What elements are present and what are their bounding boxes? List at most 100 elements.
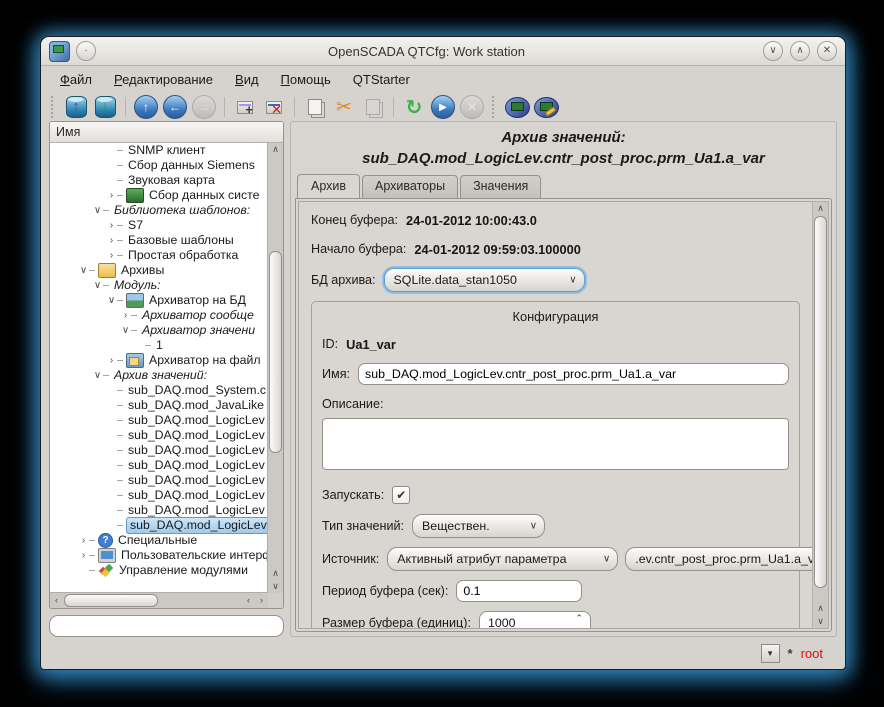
collapse-arrow-icon[interactable]: ∨ <box>120 325 131 336</box>
tree-row[interactable]: Звуковая карта <box>50 173 268 188</box>
archive-db-select[interactable]: SQLite.data_stan1050 <box>384 268 585 292</box>
scroll-left-icon[interactable]: ‹ <box>242 593 255 608</box>
tree-row[interactable]: ›S7 <box>50 218 268 233</box>
tree-row[interactable]: ∨Архив значений: <box>50 368 268 383</box>
tree-hscroll-thumb[interactable] <box>64 594 158 607</box>
qtstarter-vision-icon[interactable] <box>504 94 530 120</box>
tree-row[interactable]: sub_DAQ.mod_LogicLev <box>50 488 268 503</box>
tree-row[interactable]: Управление модулями <box>50 563 268 578</box>
toolbar-handle[interactable] <box>492 96 497 118</box>
buffer-period-input[interactable] <box>456 580 582 602</box>
menu-qtstarter[interactable]: QTStarter <box>344 69 419 90</box>
expand-arrow-icon[interactable]: › <box>106 355 117 366</box>
tree-row[interactable]: sub_DAQ.mod_LogicLev <box>50 443 268 458</box>
tree-row[interactable]: ∨ Модуль: <box>50 278 268 293</box>
expand-arrow-icon[interactable]: › <box>106 220 117 231</box>
scroll-left-icon[interactable]: ‹ <box>50 593 63 608</box>
collapse-arrow-icon[interactable]: ∨ <box>106 295 117 306</box>
tree-item-label: Сбор данных систе <box>147 188 262 203</box>
buffer-size-spinbox[interactable]: 1000 <box>479 611 591 629</box>
tree-horizontal-scrollbar[interactable]: ‹ ‹ › <box>50 592 268 608</box>
collapse-arrow-icon[interactable]: ∨ <box>92 205 103 216</box>
source-value-select[interactable]: .ev.cntr_post_proc.prm_Ua1.a_var <box>625 547 813 571</box>
cut-item-icon[interactable]: ✂ <box>331 94 357 120</box>
start-checkbox[interactable] <box>392 486 410 504</box>
description-textarea[interactable] <box>322 418 789 470</box>
form-vertical-scrollbar[interactable]: ∧ ∧ ∨ <box>812 201 829 629</box>
source-mode-select[interactable]: Активный атрибут параметра <box>387 547 618 571</box>
tab-archivators[interactable]: Архиваторы <box>362 175 458 199</box>
tree-row[interactable]: sub_DAQ.mod_LogicLev <box>50 413 268 428</box>
tree-row[interactable]: ∨Архивы <box>50 263 268 278</box>
tree-item-label: Модуль: <box>112 278 163 293</box>
tree-row[interactable]: ∨Архиватор на БД <box>50 293 268 308</box>
scroll-up-icon[interactable]: ∧ <box>268 143 283 156</box>
tree-filter-input[interactable] <box>49 615 284 637</box>
tree-row[interactable]: sub_DAQ.mod_LogicLev <box>50 428 268 443</box>
back-icon[interactable]: ← <box>162 94 188 120</box>
titlebar[interactable]: · OpenSCADA QTCfg: Work station ∨ ∧ ✕ <box>41 37 845 66</box>
delete-item-icon[interactable]: ✕ <box>261 94 287 120</box>
up-level-icon[interactable]: ↑ <box>133 94 159 120</box>
copy-item-icon[interactable] <box>302 94 328 120</box>
tree-row[interactable]: ›Базовые шаблоны <box>50 233 268 248</box>
tab-archive[interactable]: Архив <box>297 174 360 198</box>
tree-row[interactable]: › Сбор данных систе <box>50 188 268 203</box>
menu-file[interactable]: Файл <box>51 69 101 90</box>
close-icon[interactable]: ✕ <box>817 41 837 61</box>
scroll-right-icon[interactable]: › <box>255 593 268 608</box>
menu-view[interactable]: Вид <box>226 69 268 90</box>
tree-row[interactable]: ∨Библиотека шаблонов: <box>50 203 268 218</box>
refresh-icon[interactable]: ↻ <box>401 94 427 120</box>
tree-row[interactable]: Сбор данных Siemens <box>50 158 268 173</box>
tree-row[interactable]: sub_DAQ.mod_LogicLev <box>50 518 268 533</box>
tree-row[interactable]: ›Архиватор сообще <box>50 308 268 323</box>
start-icon[interactable]: ▶ <box>430 94 456 120</box>
expand-arrow-icon[interactable]: › <box>120 310 131 321</box>
collapse-arrow-icon[interactable]: ∨ <box>78 265 89 276</box>
tab-values[interactable]: Значения <box>460 175 541 199</box>
tree-row[interactable]: sub_DAQ.mod_LogicLev <box>50 473 268 488</box>
tree-row[interactable]: ›Архиватор на файл <box>50 353 268 368</box>
expand-arrow-icon[interactable]: › <box>106 235 117 246</box>
expand-arrow-icon[interactable]: › <box>78 550 89 561</box>
scroll-up-icon[interactable]: ∧ <box>268 567 283 580</box>
tree-row[interactable]: sub_DAQ.mod_System.c <box>50 383 268 398</box>
save-icon[interactable]: ↓ <box>92 94 118 120</box>
tree-row[interactable]: 1 <box>50 338 268 353</box>
expand-arrow-icon[interactable]: › <box>106 250 117 261</box>
minimize-icon[interactable]: ∨ <box>763 41 783 61</box>
name-input[interactable] <box>358 363 789 385</box>
tree-vertical-scrollbar[interactable]: ∧ ∧ ∨ <box>267 143 283 593</box>
scroll-up-icon[interactable]: ∧ <box>813 602 828 615</box>
expand-arrow-icon[interactable]: › <box>78 535 89 546</box>
expand-arrow-icon[interactable]: › <box>106 190 117 201</box>
form-vscroll-thumb[interactable] <box>814 216 827 588</box>
qtstarter-config-icon[interactable] <box>533 94 559 120</box>
scroll-down-icon[interactable]: ∨ <box>813 615 828 628</box>
tree-item-label: sub_DAQ.mod_LogicLev <box>126 488 267 503</box>
tree-row[interactable]: ›Специальные <box>50 533 268 548</box>
collapse-arrow-icon[interactable]: ∨ <box>92 280 103 291</box>
toolbar-handle[interactable] <box>51 96 56 118</box>
menu-edit[interactable]: Редактирование <box>105 69 222 90</box>
add-item-icon[interactable]: + <box>232 94 258 120</box>
tree-vscroll-thumb[interactable] <box>269 251 282 453</box>
maximize-icon[interactable]: ∧ <box>790 41 810 61</box>
collapse-arrow-icon[interactable]: ∨ <box>92 370 103 381</box>
tree-row[interactable]: ›Пользовательские интерф <box>50 548 268 563</box>
tree-row[interactable]: SNMP клиент <box>50 143 268 158</box>
window-menu-button[interactable]: · <box>76 41 96 61</box>
tree-row[interactable]: sub_DAQ.mod_LogicLev <box>50 458 268 473</box>
user-dropdown-button[interactable]: ▼ <box>761 644 780 663</box>
scroll-up-icon[interactable]: ∧ <box>813 202 828 215</box>
menu-help[interactable]: Помощь <box>272 69 340 90</box>
tree-row[interactable]: sub_DAQ.mod_LogicLev <box>50 503 268 518</box>
tree-row[interactable]: sub_DAQ.mod_JavaLike <box>50 398 268 413</box>
tree-row[interactable]: ›Простая обработка <box>50 248 268 263</box>
load-icon[interactable]: ↑ <box>63 94 89 120</box>
tree-item-label: SNMP клиент <box>126 143 208 158</box>
tree-row[interactable]: ∨Архиватор значени <box>50 323 268 338</box>
scroll-down-icon[interactable]: ∨ <box>268 580 283 593</box>
value-type-select[interactable]: Веществен. <box>412 514 545 538</box>
